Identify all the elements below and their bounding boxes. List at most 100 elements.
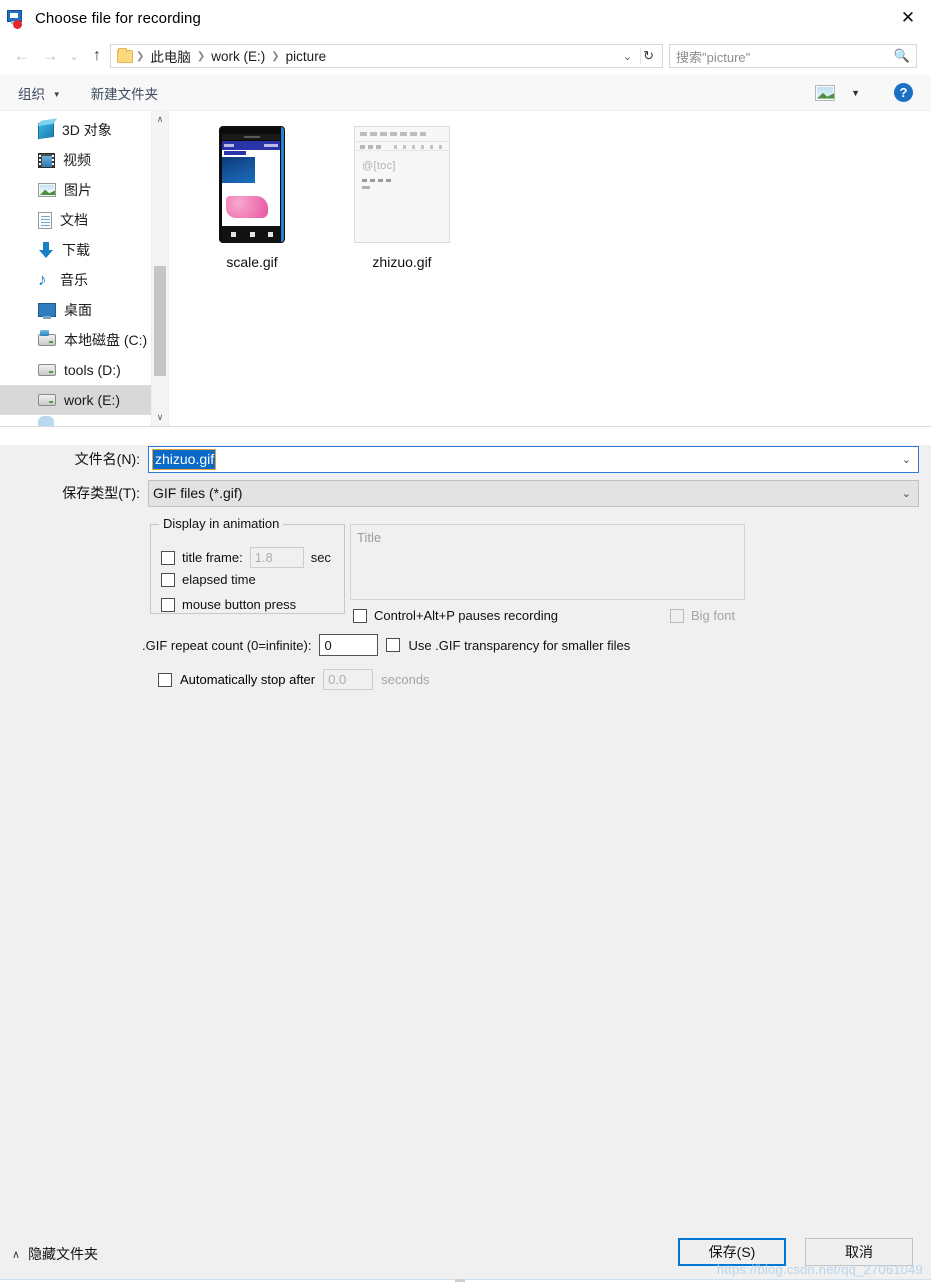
file-name-label: scale.gif	[226, 254, 278, 270]
pause-hotkey-row: Control+Alt+P pauses recording	[353, 608, 558, 623]
pause-hotkey-checkbox[interactable]	[353, 608, 367, 623]
pause-hotkey-label: Control+Alt+P pauses recording	[374, 608, 559, 623]
drive-icon	[38, 364, 56, 376]
title-textarea[interactable]: Title	[350, 524, 745, 600]
thumbnail-text: @[toc]	[362, 159, 396, 172]
file-list-pane[interactable]: scale.gif @[toc] zhizuo.gif	[168, 111, 931, 426]
tree-item-label: 视频	[63, 152, 91, 168]
phone-screenshot-thumbnail	[219, 125, 285, 243]
search-input[interactable]: 搜索"picture" 🔍	[669, 44, 917, 68]
music-icon: ♪	[38, 269, 47, 289]
tree-item-videos[interactable]: 视频	[0, 145, 168, 175]
auto-stop-row: Automatically stop after 0.0 seconds	[158, 669, 430, 690]
tree-item-local-disk-c[interactable]: 本地磁盘 (C:)	[0, 325, 168, 355]
navpane-scrollbar[interactable]: ∧ ∨	[151, 111, 168, 426]
breadcrumb-separator: ❯	[136, 50, 145, 62]
mouse-button-press-checkbox[interactable]	[161, 597, 175, 612]
title-frame-checkbox[interactable]	[161, 550, 175, 565]
organize-button[interactable]: 组织 ▼	[18, 83, 61, 103]
close-icon[interactable]: ✕	[885, 0, 931, 36]
cube-icon	[38, 120, 54, 140]
title-frame-row: title frame: 1.8 sec	[161, 547, 331, 568]
refresh-icon[interactable]: ↻	[640, 48, 658, 64]
back-button[interactable]: ←	[8, 46, 36, 66]
elapsed-time-row: elapsed time	[161, 572, 256, 587]
file-browser: 3D 对象 视频 图片 文档 下载 ♪ 音乐 桌面 本地磁盘 (C:) tool…	[0, 111, 931, 427]
editor-screenshot-thumbnail: @[toc]	[354, 125, 450, 243]
tree-item-network-partial[interactable]	[0, 415, 168, 426]
file-grid: scale.gif @[toc] zhizuo.gif	[169, 111, 931, 270]
repeat-count-input[interactable]: 0	[319, 634, 379, 656]
title-frame-seconds-input[interactable]: 1.8	[249, 547, 304, 568]
chevron-up-icon: ∧	[12, 1248, 21, 1261]
watermark: https://blog.csdn.net/qq_27061049	[716, 1262, 923, 1277]
auto-stop-checkbox[interactable]	[158, 672, 172, 687]
tree-item-desktop[interactable]: 桌面	[0, 295, 168, 325]
pictures-icon	[38, 183, 56, 197]
up-button[interactable]: ↑	[84, 47, 110, 65]
tree-item-downloads[interactable]: 下载	[0, 235, 168, 265]
filename-value: zhizuo.gif	[151, 448, 217, 470]
repeat-count-label: .GIF repeat count (0=infinite):	[142, 637, 312, 653]
view-options-caret-icon[interactable]: ▼	[851, 88, 860, 98]
system-drive-icon	[38, 330, 56, 346]
elapsed-time-checkbox[interactable]	[161, 572, 175, 587]
breadcrumb-item-work-e[interactable]: work (E:)	[206, 49, 270, 64]
hide-folders-button[interactable]: ∧ 隐藏文件夹	[12, 1244, 98, 1264]
scroll-up-icon[interactable]: ∧	[152, 111, 168, 128]
tree-item-pictures[interactable]: 图片	[0, 175, 168, 205]
transparency-checkbox[interactable]	[386, 638, 401, 652]
new-folder-button[interactable]: 新建文件夹	[91, 83, 159, 103]
filetype-row: 保存类型(T): GIF files (*.gif) ⌄	[0, 479, 931, 507]
mouse-button-press-row: mouse button press	[161, 597, 296, 612]
hide-folders-label: 隐藏文件夹	[28, 1246, 99, 1262]
forward-button[interactable]: →	[36, 46, 64, 66]
scrollbar-thumb[interactable]	[154, 266, 166, 376]
title-frame-unit-label: sec	[310, 550, 331, 565]
big-font-row: Big font	[670, 608, 735, 623]
auto-stop-seconds-input[interactable]: 0.0	[323, 669, 374, 690]
tree-item-label: 音乐	[60, 272, 88, 288]
dialog-footer: ∧ 隐藏文件夹 保存(S) 取消 https://blog.csdn.net/q…	[0, 1225, 931, 1282]
filetype-label: 保存类型(T):	[62, 485, 140, 501]
thumbnail: @[toc]	[354, 125, 450, 243]
breadcrumb-separator: ❯	[271, 50, 280, 62]
file-item-scale-gif[interactable]: scale.gif	[193, 125, 311, 270]
window-titlebar: Choose file for recording ✕	[0, 0, 931, 37]
tree-item-label: 文档	[60, 212, 88, 228]
tree-item-music[interactable]: ♪ 音乐	[0, 265, 168, 295]
breadcrumb[interactable]: ❯ 此电脑 ❯ work (E:) ❯ picture ⌄ ↻	[110, 44, 663, 68]
big-font-checkbox	[670, 608, 684, 623]
chevron-down-icon[interactable]: ⌄	[902, 487, 911, 500]
tree-item-tools-d[interactable]: tools (D:)	[0, 355, 168, 385]
breadcrumb-item-picture[interactable]: picture	[281, 49, 332, 64]
filetype-select[interactable]: GIF files (*.gif) ⌄	[148, 479, 919, 507]
search-icon: 🔍	[893, 48, 910, 63]
file-item-zhizuo-gif[interactable]: @[toc] zhizuo.gif	[343, 125, 461, 270]
tree-item-label: 图片	[64, 182, 92, 198]
recent-locations-button[interactable]: ⌄	[64, 50, 84, 63]
scroll-down-icon[interactable]: ∨	[152, 409, 168, 426]
auto-stop-unit-label: seconds	[381, 672, 430, 687]
tree-item-label: 本地磁盘 (C:)	[64, 332, 148, 348]
drive-icon	[38, 394, 56, 406]
picture-view-icon[interactable]	[815, 84, 836, 101]
filename-row: 文件名(N): zhizuo.gif ⌄	[0, 445, 931, 473]
tree-item-work-e[interactable]: work (E:)	[0, 385, 168, 415]
help-icon[interactable]: ?	[894, 83, 913, 102]
downloads-icon	[38, 241, 54, 259]
breadcrumb-item-this-pc[interactable]: 此电脑	[145, 46, 196, 66]
navigation-pane: 3D 对象 视频 图片 文档 下载 ♪ 音乐 桌面 本地磁盘 (C:) tool…	[0, 111, 168, 426]
mouse-button-press-label: mouse button press	[182, 597, 297, 612]
tree-item-3d-objects[interactable]: 3D 对象	[0, 115, 168, 145]
chevron-down-icon[interactable]: ⌄	[902, 453, 911, 466]
file-name-label: zhizuo.gif	[372, 254, 432, 270]
elapsed-time-label: elapsed time	[182, 572, 256, 587]
save-options-panel: 文件名(N): zhizuo.gif ⌄ 保存类型(T): GIF files …	[0, 445, 931, 1282]
filename-input[interactable]: zhizuo.gif ⌄	[148, 445, 919, 473]
chevron-down-icon[interactable]: ⌄	[615, 50, 640, 63]
chevron-down-icon: ▼	[52, 89, 61, 99]
tree-item-documents[interactable]: 文档	[0, 205, 168, 235]
breadcrumb-separator: ❯	[196, 50, 206, 62]
tree-item-label: work (E:)	[64, 392, 120, 408]
